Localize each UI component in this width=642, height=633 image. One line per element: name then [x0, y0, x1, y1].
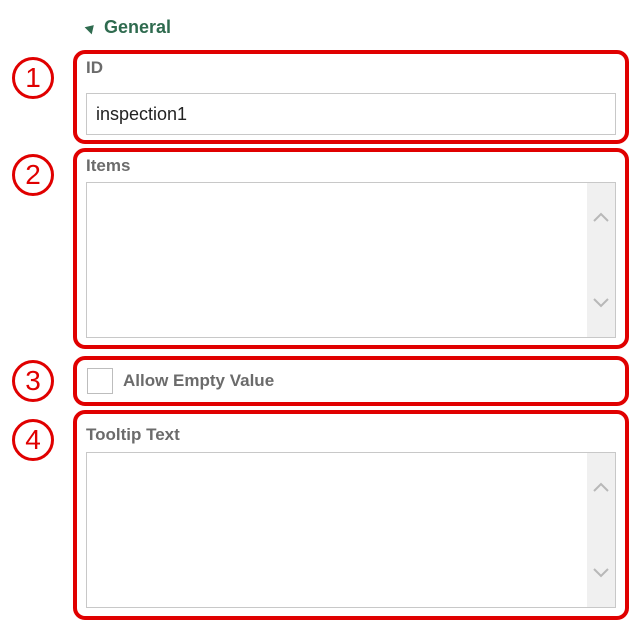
marker-1: 1 — [12, 57, 54, 99]
tooltip-scrollbar[interactable] — [587, 453, 615, 607]
marker-2: 2 — [12, 154, 54, 196]
items-scrollbar[interactable] — [587, 183, 615, 337]
expander-triangle-icon[interactable] — [84, 21, 98, 35]
id-input[interactable]: inspection1 — [86, 93, 616, 135]
allow-empty-label[interactable]: Allow Empty Value — [123, 371, 274, 391]
tooltip-textarea[interactable] — [86, 452, 616, 608]
allow-empty-checkbox[interactable] — [87, 368, 113, 394]
tooltip-label: Tooltip Text — [86, 425, 180, 444]
marker-3: 3 — [12, 360, 54, 402]
items-textarea[interactable] — [86, 182, 616, 338]
id-label: ID — [86, 58, 103, 77]
section-title: General — [104, 16, 172, 37]
scroll-down-icon[interactable] — [587, 289, 615, 317]
scroll-down-icon[interactable] — [587, 559, 615, 587]
section-header-general[interactable]: General — [84, 14, 172, 40]
scroll-up-icon[interactable] — [587, 203, 615, 231]
scroll-up-icon[interactable] — [587, 473, 615, 501]
items-label: Items — [86, 156, 131, 175]
marker-4: 4 — [12, 419, 54, 461]
